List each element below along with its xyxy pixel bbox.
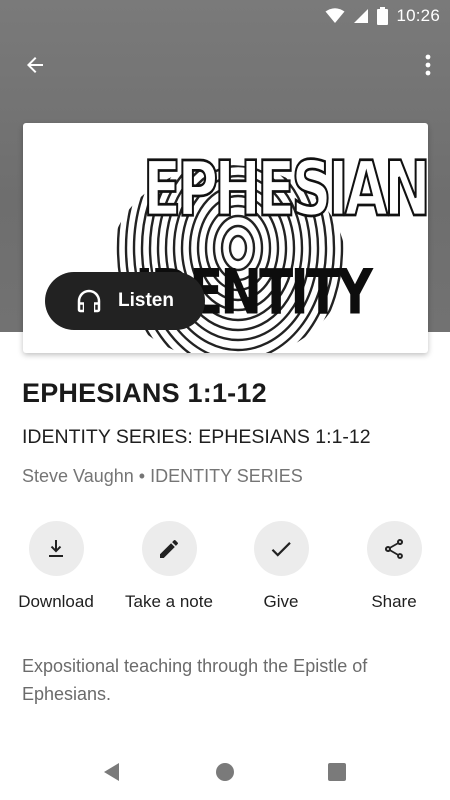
take-note-action[interactable]: Take a note	[113, 521, 225, 612]
wifi-icon	[325, 8, 345, 23]
listen-label: Listen	[118, 290, 174, 311]
recents-square-icon	[328, 763, 346, 781]
speaker-name[interactable]: Steve Vaughn	[22, 466, 134, 487]
give-action[interactable]: Give	[225, 521, 337, 612]
sermon-meta: Steve Vaughn • IDENTITY SERIES	[22, 466, 303, 487]
download-icon	[49, 539, 63, 557]
cell-signal-icon	[354, 9, 369, 23]
sermon-detail-screen: 10:26 EPHESIAN IDENTITY Listen EPHESIANS…	[0, 0, 450, 800]
more-options-button[interactable]	[416, 48, 440, 82]
listen-button[interactable]: Listen	[45, 272, 205, 330]
meta-separator: •	[138, 466, 146, 486]
status-time: 10:26	[396, 6, 440, 25]
back-triangle-icon	[104, 763, 119, 781]
sermon-subtitle: IDENTITY SERIES: EPHESIANS 1:1-12	[22, 426, 371, 448]
artwork-title: EPHESIANS	[142, 146, 428, 234]
back-button[interactable]	[14, 48, 56, 82]
pencil-icon	[160, 539, 179, 558]
home-circle-icon	[216, 763, 234, 781]
series-name[interactable]: IDENTITY SERIES	[150, 466, 303, 487]
share-button[interactable]	[366, 521, 422, 576]
download-button[interactable]	[28, 521, 84, 576]
nav-home-button[interactable]	[207, 754, 243, 790]
share-action[interactable]: Share	[338, 521, 450, 612]
status-icons: 10:26	[325, 6, 440, 26]
headphones-icon	[77, 289, 101, 313]
download-action[interactable]: Download	[0, 521, 112, 612]
arrow-left-icon	[27, 57, 43, 73]
give-button[interactable]	[253, 521, 309, 576]
download-label: Download	[18, 592, 94, 611]
give-label: Give	[263, 592, 299, 611]
sermon-title: EPHESIANS 1:1-12	[22, 378, 267, 408]
nav-recents-button[interactable]	[319, 754, 355, 790]
action-row: Download Take a note Give Share	[0, 521, 450, 613]
nav-back-button[interactable]	[93, 754, 129, 790]
more-vert-icon	[425, 54, 431, 76]
check-icon	[271, 541, 291, 557]
share-label: Share	[371, 592, 417, 611]
battery-icon	[377, 7, 389, 25]
share-icon	[384, 538, 404, 559]
system-nav-bar	[0, 744, 450, 800]
take-note-label: Take a note	[125, 592, 213, 611]
sermon-description: Expositional teaching through the Epistl…	[22, 656, 368, 704]
status-bar: 10:26	[0, 0, 450, 32]
take-note-button[interactable]	[141, 521, 197, 576]
